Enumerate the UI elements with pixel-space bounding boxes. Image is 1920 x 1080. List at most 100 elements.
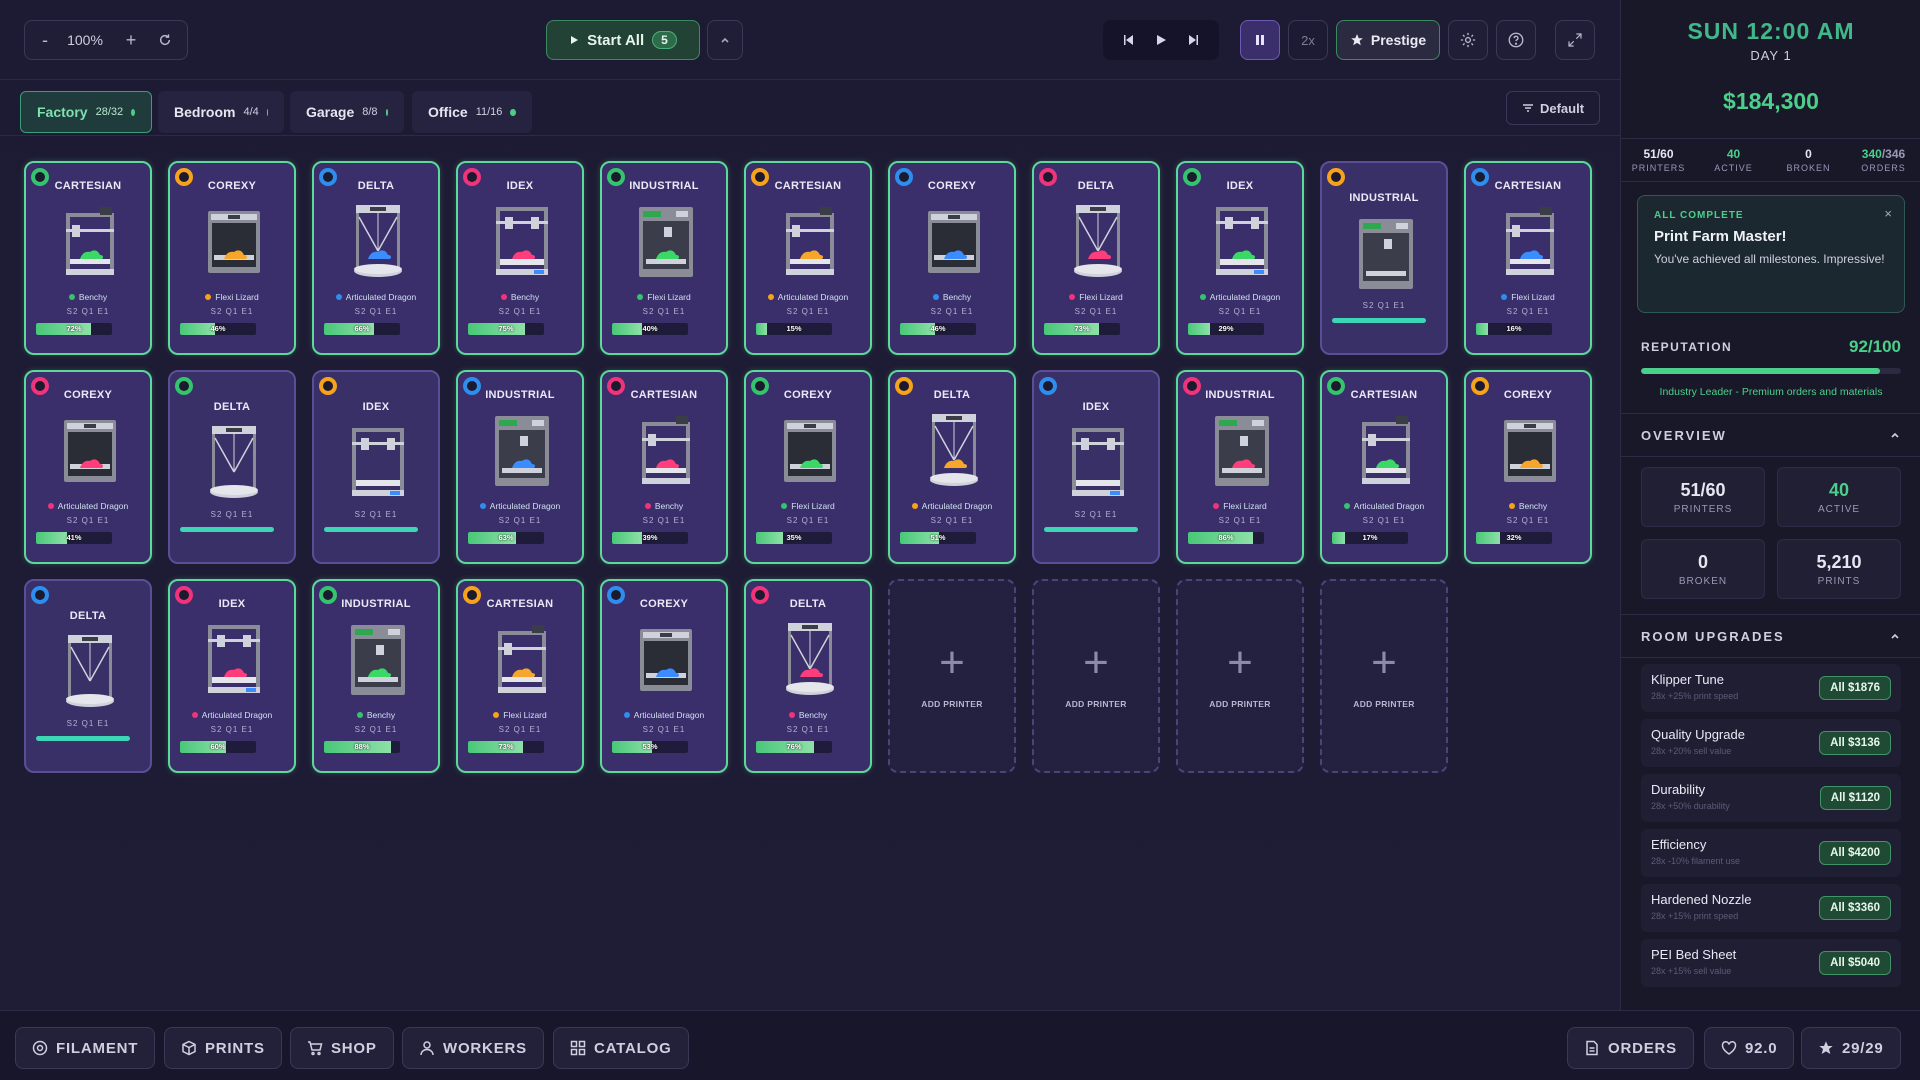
- banner-title: Print Farm Master!: [1654, 228, 1787, 245]
- print-model-name: Articulated Dragon: [1353, 501, 1425, 511]
- filament-spool-icon[interactable]: [175, 377, 193, 395]
- printer-card[interactable]: DELTA Articulated Dragon S2 Q1 E1 66%: [312, 161, 440, 355]
- add-printer-slot[interactable]: + ADD PRINTER: [888, 579, 1016, 773]
- printer-card[interactable]: COREXY Flexi Lizard S2 Q1 E1 35%: [744, 370, 872, 564]
- help-button[interactable]: [1496, 20, 1536, 60]
- add-printer-slot[interactable]: + ADD PRINTER: [1032, 579, 1160, 773]
- printer-card[interactable]: DELTA Benchy S2 Q1 E1 76%: [744, 579, 872, 773]
- reputation-header: REPUTATION 92/100: [1641, 337, 1901, 356]
- reputation-button[interactable]: 92.0: [1704, 1027, 1795, 1069]
- fullscreen-button[interactable]: [1555, 20, 1595, 60]
- printer-illustration: [639, 207, 693, 277]
- overview-header[interactable]: OVERVIEW: [1621, 413, 1920, 457]
- printer-card[interactable]: CARTESIAN Articulated Dragon S2 Q1 E1 17%: [1320, 370, 1448, 564]
- filament-spool-icon[interactable]: [319, 377, 337, 395]
- printer-card[interactable]: INDUSTRIAL Articulated Dragon S2 Q1 E1 63%: [456, 370, 584, 564]
- tab-office[interactable]: Office 11/16: [412, 91, 532, 133]
- tab-garage[interactable]: Garage 8/8: [290, 91, 404, 133]
- printer-card[interactable]: CARTESIAN Articulated Dragon S2 Q1 E1 15%: [744, 161, 872, 355]
- play-icon[interactable]: [1155, 34, 1167, 46]
- zoom-out-button[interactable]: -: [31, 26, 59, 54]
- progress-percent: 60%: [210, 742, 226, 751]
- printer-card[interactable]: CARTESIAN Benchy S2 Q1 E1 72%: [24, 161, 152, 355]
- reputation-score: 92.0: [1745, 1039, 1778, 1057]
- printer-card[interactable]: IDEX Articulated Dragon S2 Q1 E1 60%: [168, 579, 296, 773]
- print-progress-bar: 32%: [1476, 532, 1552, 544]
- expand-toolbar-button[interactable]: [707, 20, 743, 60]
- speed-button[interactable]: 2x: [1288, 20, 1328, 60]
- plus-icon: +: [939, 638, 965, 687]
- printer-card[interactable]: COREXY Benchy S2 Q1 E1 32%: [1464, 370, 1592, 564]
- printer-card[interactable]: DELTA Articulated Dragon S2 Q1 E1 51%: [888, 370, 1016, 564]
- tab-factory[interactable]: Factory 28/32: [20, 91, 152, 133]
- achievements-button[interactable]: 29/29: [1801, 1027, 1901, 1069]
- buy-upgrade-button[interactable]: All $3360: [1819, 896, 1891, 920]
- printer-image: [636, 203, 696, 283]
- filament-spool-icon[interactable]: [1327, 168, 1345, 186]
- skip-back-icon[interactable]: [1122, 34, 1134, 46]
- printer-card[interactable]: COREXY Benchy S2 Q1 E1 46%: [888, 161, 1016, 355]
- buy-upgrade-button[interactable]: All $3136: [1819, 731, 1891, 755]
- buy-upgrade-button[interactable]: All $1120: [1819, 786, 1891, 810]
- printer-stats: S2 Q1 E1: [1074, 307, 1118, 316]
- printer-card[interactable]: IDEX S2 Q1 E1: [1032, 370, 1160, 564]
- printer-type: INDUSTRIAL: [1205, 389, 1275, 401]
- printer-illustration: [640, 629, 692, 691]
- skip-forward-icon[interactable]: [1188, 34, 1200, 46]
- printer-type: COREXY: [207, 180, 257, 192]
- printer-card[interactable]: COREXY Flexi Lizard S2 Q1 E1 46%: [168, 161, 296, 355]
- printer-image: [60, 633, 120, 713]
- star-icon: [1351, 34, 1363, 46]
- tab-bedroom[interactable]: Bedroom 4/4: [158, 91, 284, 133]
- prestige-button[interactable]: Prestige: [1336, 20, 1440, 60]
- printer-card[interactable]: IDEX Articulated Dragon S2 Q1 E1 29%: [1176, 161, 1304, 355]
- filament-color-dot: [191, 712, 198, 718]
- workers-button[interactable]: WORKERS: [402, 1027, 544, 1069]
- buy-upgrade-button[interactable]: All $1876: [1819, 676, 1891, 700]
- filament-spool-icon[interactable]: [31, 586, 49, 604]
- prints-button[interactable]: PRINTS: [164, 1027, 282, 1069]
- sort-default-button[interactable]: Default: [1506, 91, 1600, 125]
- filament-spool-icon[interactable]: [1039, 377, 1057, 395]
- printer-card[interactable]: DELTA S2 Q1 E1: [168, 370, 296, 564]
- printer-card[interactable]: CARTESIAN Flexi Lizard S2 Q1 E1 73%: [456, 579, 584, 773]
- shop-button[interactable]: SHOP: [290, 1027, 394, 1069]
- printer-stats: S2 Q1 E1: [354, 725, 398, 734]
- achievements-count: 29/29: [1842, 1039, 1884, 1057]
- zoom-in-button[interactable]: +: [117, 26, 145, 54]
- printer-card[interactable]: DELTA Flexi Lizard S2 Q1 E1 73%: [1032, 161, 1160, 355]
- printer-card[interactable]: CARTESIAN Benchy S2 Q1 E1 39%: [600, 370, 728, 564]
- print-job: Articulated Dragon: [746, 292, 870, 302]
- close-icon[interactable]: ×: [1884, 206, 1892, 221]
- add-printer-slot[interactable]: + ADD PRINTER: [1320, 579, 1448, 773]
- settings-button[interactable]: [1448, 20, 1488, 60]
- stat-label: ORDERS: [1861, 163, 1906, 173]
- printer-illustration: [1362, 416, 1410, 484]
- printer-type: DELTA: [1077, 180, 1115, 192]
- buy-upgrade-button[interactable]: All $4200: [1819, 841, 1891, 865]
- section-title: ROOM UPGRADES: [1641, 628, 1785, 644]
- overview-value: 51/60: [1680, 480, 1726, 500]
- start-all-button[interactable]: Start All 5: [546, 20, 700, 60]
- printer-card[interactable]: INDUSTRIAL Benchy S2 Q1 E1 88%: [312, 579, 440, 773]
- printer-card[interactable]: DELTA S2 Q1 E1: [24, 579, 152, 773]
- printer-card[interactable]: IDEX S2 Q1 E1: [312, 370, 440, 564]
- reset-zoom-button[interactable]: [151, 26, 179, 54]
- printer-card[interactable]: INDUSTRIAL Flexi Lizard S2 Q1 E1 40%: [600, 161, 728, 355]
- buy-upgrade-button[interactable]: All $5040: [1819, 951, 1891, 975]
- orders-button[interactable]: ORDERS: [1567, 1027, 1694, 1069]
- printer-image: [1356, 412, 1416, 492]
- plus-icon: +: [1371, 638, 1397, 687]
- stat-label: ACTIVE: [1714, 163, 1753, 173]
- filament-button[interactable]: FILAMENT: [15, 1027, 156, 1069]
- catalog-button[interactable]: CATALOG: [553, 1027, 689, 1069]
- pause-button[interactable]: [1240, 20, 1280, 60]
- printer-card[interactable]: COREXY Articulated Dragon S2 Q1 E1 53%: [600, 579, 728, 773]
- printer-card[interactable]: CARTESIAN Flexi Lizard S2 Q1 E1 16%: [1464, 161, 1592, 355]
- printer-card[interactable]: IDEX Benchy S2 Q1 E1 75%: [456, 161, 584, 355]
- room-upgrades-header[interactable]: ROOM UPGRADES: [1621, 614, 1920, 658]
- printer-card[interactable]: INDUSTRIAL Flexi Lizard S2 Q1 E1 86%: [1176, 370, 1304, 564]
- printer-card[interactable]: INDUSTRIAL S2 Q1 E1: [1320, 161, 1448, 355]
- add-printer-slot[interactable]: + ADD PRINTER: [1176, 579, 1304, 773]
- printer-card[interactable]: COREXY Articulated Dragon S2 Q1 E1 41%: [24, 370, 152, 564]
